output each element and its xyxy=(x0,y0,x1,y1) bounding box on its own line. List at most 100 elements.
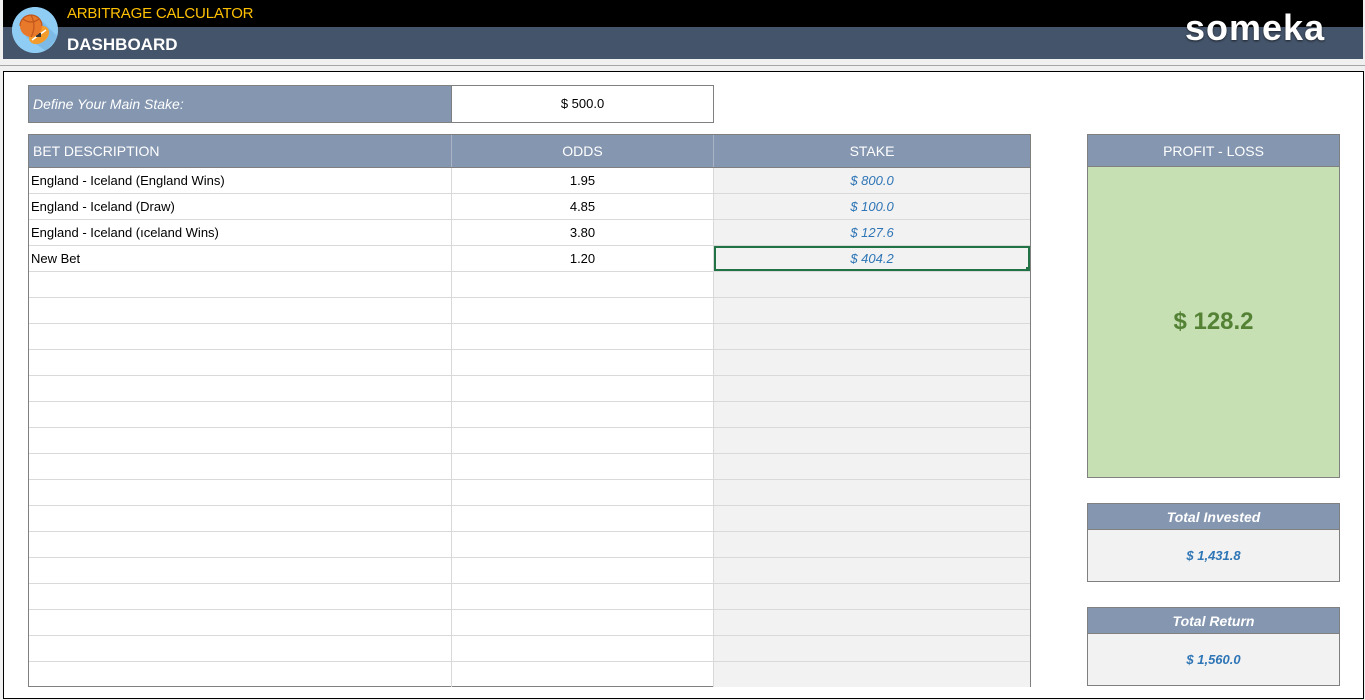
empty-table-row xyxy=(29,505,1030,531)
empty-table-row xyxy=(29,557,1030,583)
odds-cell[interactable] xyxy=(452,662,714,687)
bet-description-cell[interactable] xyxy=(29,428,452,453)
empty-table-row xyxy=(29,297,1030,323)
stake-cell[interactable]: $ 100.0 xyxy=(714,194,1030,219)
odds-cell[interactable] xyxy=(452,272,714,297)
odds-cell[interactable]: 3.80 xyxy=(452,220,714,245)
stake-cell[interactable]: $ 404.2 xyxy=(714,246,1030,271)
column-header-description: BET DESCRIPTION xyxy=(29,135,452,167)
empty-table-row xyxy=(29,375,1030,401)
total-invested-label: Total Invested xyxy=(1088,504,1339,530)
empty-table-row xyxy=(29,583,1030,609)
profit-loss-label: PROFIT - LOSS xyxy=(1088,135,1339,167)
odds-cell[interactable] xyxy=(452,610,714,635)
empty-table-row xyxy=(29,401,1030,427)
bet-description-cell[interactable] xyxy=(29,272,452,297)
total-return-card: Total Return $ 1,560.0 xyxy=(1087,607,1340,686)
stake-cell[interactable] xyxy=(714,532,1030,557)
bet-description-cell[interactable]: New Bet xyxy=(29,246,452,271)
stake-cell[interactable] xyxy=(714,298,1030,323)
table-row: New Bet 1.20 $ 404.2 xyxy=(29,245,1030,271)
bet-description-cell[interactable] xyxy=(29,558,452,583)
empty-table-row xyxy=(29,609,1030,635)
odds-cell[interactable] xyxy=(452,532,714,557)
profit-loss-card: PROFIT - LOSS $ 128.2 xyxy=(1087,134,1340,478)
page-title: DASHBOARD xyxy=(67,35,178,54)
bet-description-cell[interactable] xyxy=(29,662,452,687)
brand-logo[interactable]: someka xyxy=(1185,8,1325,48)
stake-cell[interactable] xyxy=(714,506,1030,531)
bet-description-cell[interactable] xyxy=(29,532,452,557)
bet-description-cell[interactable] xyxy=(29,480,452,505)
odds-cell[interactable] xyxy=(452,558,714,583)
odds-cell[interactable]: 1.20 xyxy=(452,246,714,271)
odds-cell[interactable] xyxy=(452,350,714,375)
odds-cell[interactable] xyxy=(452,480,714,505)
bet-description-cell[interactable]: England - Iceland (Draw) xyxy=(29,194,452,219)
table-body: England - Iceland (England Wins) 1.95 $ 80… xyxy=(29,167,1030,687)
stake-cell[interactable] xyxy=(714,272,1030,297)
empty-table-row xyxy=(29,453,1030,479)
stake-cell[interactable] xyxy=(714,428,1030,453)
sports-balls-icon xyxy=(12,7,58,53)
stake-cell[interactable] xyxy=(714,662,1030,687)
empty-table-row xyxy=(29,271,1030,297)
empty-table-row xyxy=(29,349,1030,375)
odds-cell[interactable] xyxy=(452,506,714,531)
table-row: England - Iceland (ıceland Wins) 3.80 $ 12… xyxy=(29,219,1030,245)
empty-table-row xyxy=(29,323,1030,349)
stake-cell[interactable] xyxy=(714,636,1030,661)
header-bottom-bar xyxy=(3,27,1363,59)
odds-cell[interactable] xyxy=(452,324,714,349)
bet-description-cell[interactable] xyxy=(29,610,452,635)
stake-cell[interactable]: $ 800.0 xyxy=(714,168,1030,193)
odds-cell[interactable] xyxy=(452,454,714,479)
odds-cell[interactable] xyxy=(452,428,714,453)
stake-cell[interactable] xyxy=(714,324,1030,349)
bet-description-cell[interactable] xyxy=(29,350,452,375)
profit-loss-value: $ 128.2 xyxy=(1088,167,1339,477)
odds-cell[interactable] xyxy=(452,298,714,323)
bet-description-cell[interactable]: England - Iceland (ıceland Wins) xyxy=(29,220,452,245)
stake-cell[interactable] xyxy=(714,350,1030,375)
stake-cell[interactable] xyxy=(714,610,1030,635)
bet-description-cell[interactable] xyxy=(29,584,452,609)
stake-cell[interactable] xyxy=(714,454,1030,479)
total-invested-card: Total Invested $ 1,431.8 xyxy=(1087,503,1340,582)
empty-table-row xyxy=(29,479,1030,505)
bet-description-cell[interactable] xyxy=(29,636,452,661)
odds-cell[interactable] xyxy=(452,584,714,609)
bet-description-cell[interactable] xyxy=(29,402,452,427)
total-invested-value: $ 1,431.8 xyxy=(1088,530,1339,581)
table-row: England - Iceland (Draw) 4.85 $ 100.0 xyxy=(29,193,1030,219)
main-stake-input[interactable]: $ 500.0 xyxy=(451,85,714,123)
bets-table: BET DESCRIPTION ODDS STAKE England - Ice… xyxy=(28,134,1031,687)
stake-cell[interactable] xyxy=(714,376,1030,401)
bet-description-cell[interactable]: England - Iceland (England Wins) xyxy=(29,168,452,193)
odds-cell[interactable]: 4.85 xyxy=(452,194,714,219)
odds-cell[interactable] xyxy=(452,376,714,401)
bet-description-cell[interactable] xyxy=(29,506,452,531)
bet-description-cell[interactable] xyxy=(29,454,452,479)
empty-table-row xyxy=(29,427,1030,453)
empty-table-row xyxy=(29,635,1030,661)
odds-cell[interactable] xyxy=(452,402,714,427)
empty-table-row xyxy=(29,661,1030,687)
bet-description-cell[interactable] xyxy=(29,324,452,349)
bet-description-cell[interactable] xyxy=(29,376,452,401)
total-return-label: Total Return xyxy=(1088,608,1339,634)
stake-cell[interactable] xyxy=(714,584,1030,609)
table-row: England - Iceland (England Wins) 1.95 $ 80… xyxy=(29,167,1030,193)
odds-cell[interactable]: 1.95 xyxy=(452,168,714,193)
stake-cell[interactable] xyxy=(714,402,1030,427)
stake-cell[interactable] xyxy=(714,558,1030,583)
odds-cell[interactable] xyxy=(452,636,714,661)
table-header-row: BET DESCRIPTION ODDS STAKE xyxy=(29,135,1030,167)
stake-cell[interactable]: $ 127.6 xyxy=(714,220,1030,245)
header-divider xyxy=(0,65,1365,66)
app-title: ARBITRAGE CALCULATOR xyxy=(67,5,254,22)
stake-cell[interactable] xyxy=(714,480,1030,505)
bet-description-cell[interactable] xyxy=(29,298,452,323)
dashboard-content: Define Your Main Stake: $ 500.0 BET DESC… xyxy=(3,71,1364,699)
total-return-value: $ 1,560.0 xyxy=(1088,634,1339,685)
